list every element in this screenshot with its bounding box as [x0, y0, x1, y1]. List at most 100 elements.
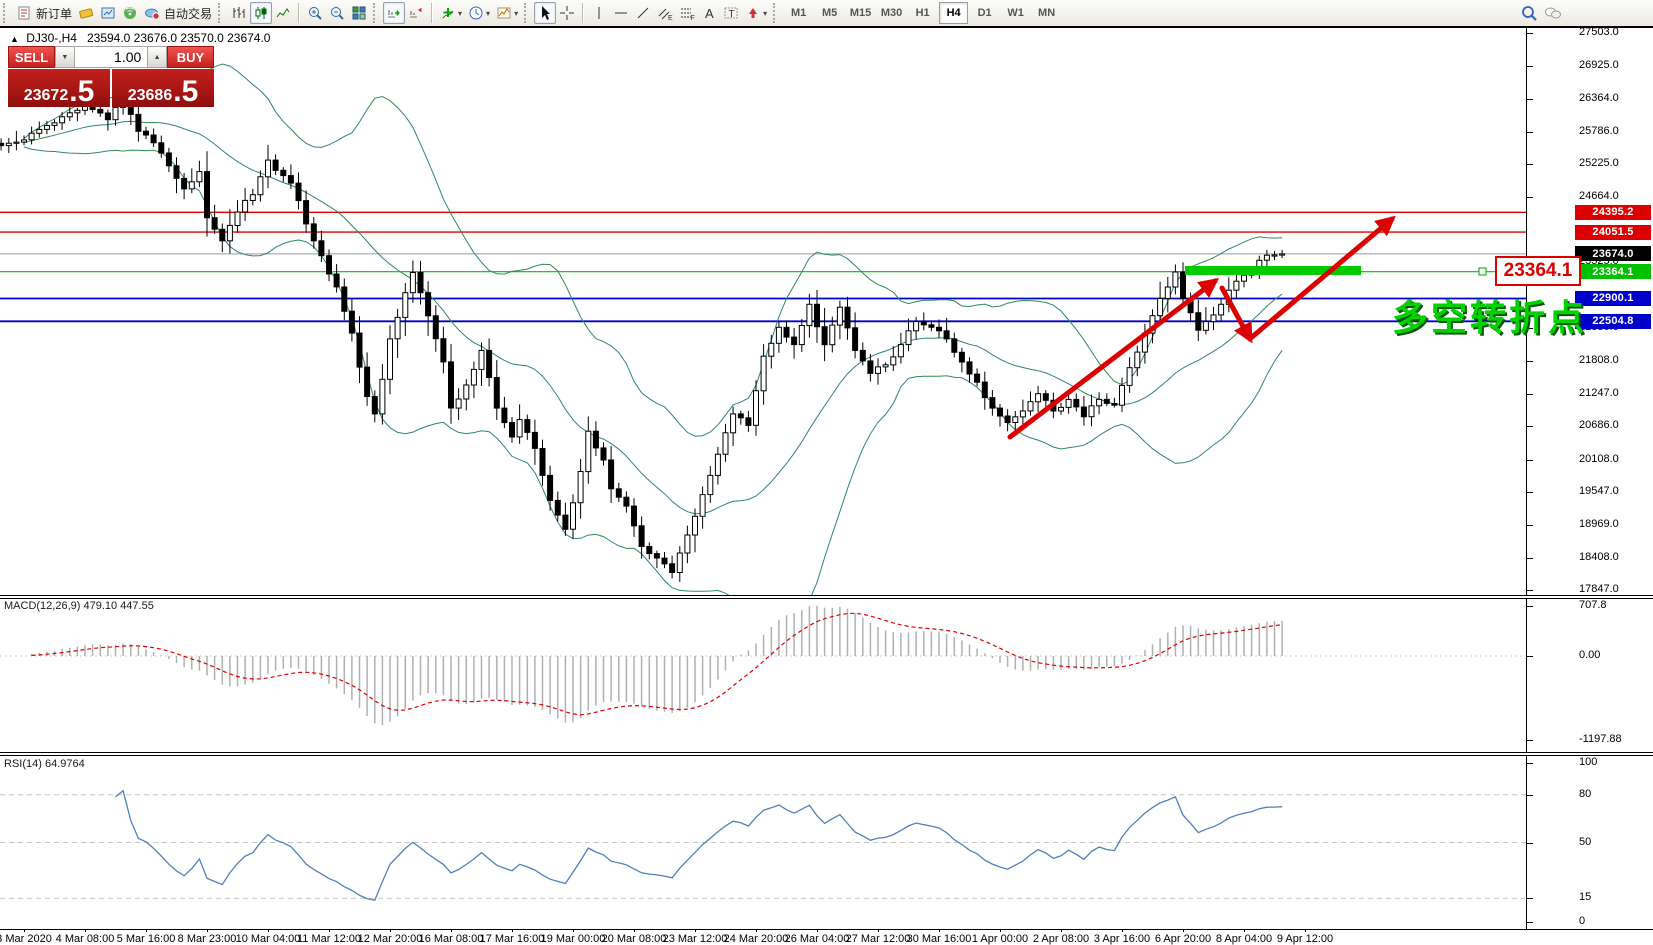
fibonacci-button[interactable]: F — [676, 2, 698, 24]
zoom-out-button[interactable] — [326, 2, 348, 24]
toolbar-grip[interactable] — [3, 3, 10, 23]
price-tag: 24051.5 — [1575, 225, 1651, 240]
main-toolbar: 新订单 自动交易 ▾ ▾ — [0, 0, 1653, 26]
autotrading-icon — [144, 5, 160, 21]
signal-button[interactable] — [119, 2, 141, 24]
timeframe-m30[interactable]: M30 — [877, 2, 906, 24]
buy-button[interactable]: BUY — [167, 46, 214, 68]
axis-tick — [1527, 606, 1533, 607]
price-tag: 23674.0 — [1575, 246, 1651, 261]
buy-price-quote[interactable]: 23686 .5 — [112, 69, 214, 107]
timeframe-h4[interactable]: H4 — [939, 2, 968, 24]
vertical-line-icon — [591, 5, 607, 21]
price-level-callout[interactable]: 23364.1 — [1495, 256, 1581, 286]
chart-window-button[interactable] — [97, 2, 119, 24]
axis-tick — [1527, 164, 1533, 165]
channel-button[interactable]: E — [654, 2, 676, 24]
new-order-button[interactable]: 新订单 — [13, 2, 75, 24]
one-click-collapse-icon[interactable]: ▲ — [10, 34, 19, 44]
timeframe-d1[interactable]: D1 — [970, 2, 999, 24]
chart-shift-button[interactable] — [405, 2, 427, 24]
time-axis[interactable]: 3 Mar 20204 Mar 08:005 Mar 16:008 Mar 23… — [0, 929, 1653, 945]
bar-chart-button[interactable] — [228, 2, 250, 24]
main-price-chart[interactable] — [0, 28, 1526, 595]
timeframe-m5[interactable]: M5 — [815, 2, 844, 24]
arrows-button[interactable]: ▾ — [742, 2, 770, 24]
text-label-button[interactable]: T — [720, 2, 742, 24]
axis-tick — [1527, 66, 1533, 67]
templates-button[interactable]: ▾ — [493, 2, 521, 24]
indicators-icon — [440, 5, 456, 21]
axis-label: 25786.0 — [1579, 125, 1619, 137]
ticket-icon — [78, 5, 94, 21]
text-button[interactable]: A — [698, 2, 720, 24]
ticket-button[interactable] — [75, 2, 97, 24]
axis-label: 21247.0 — [1579, 387, 1619, 399]
axis-tick — [1527, 460, 1533, 461]
line-chart-button[interactable] — [272, 2, 294, 24]
tile-windows-button[interactable] — [348, 2, 370, 24]
axis-label: 25225.0 — [1579, 157, 1619, 169]
sell-price-quote[interactable]: 23672 .5 — [8, 69, 110, 107]
axis-tick — [1527, 99, 1533, 100]
cursor-icon — [537, 5, 553, 21]
timeframe-w1[interactable]: W1 — [1001, 2, 1030, 24]
svg-text:F: F — [691, 15, 695, 21]
candlestick-chart-button[interactable] — [250, 2, 272, 24]
rsi-pane[interactable] — [0, 756, 1526, 929]
axis-label: 0.00 — [1579, 649, 1600, 661]
templates-icon — [496, 5, 512, 21]
sell-price-main: 23672 — [24, 88, 69, 104]
search-button[interactable] — [1518, 2, 1541, 24]
pane-separator[interactable] — [0, 752, 1653, 756]
axis-tick — [1527, 656, 1533, 657]
toolbar-grip[interactable] — [373, 3, 380, 23]
macd-pane[interactable] — [0, 599, 1526, 752]
volume-up-button[interactable]: ▲ — [147, 46, 167, 68]
clock-icon — [468, 5, 484, 21]
indicators-button[interactable]: ▾ — [437, 2, 465, 24]
sell-button[interactable]: SELL — [8, 46, 55, 68]
axis-tick — [1527, 922, 1533, 923]
toolbar-grip[interactable] — [773, 3, 780, 23]
axis-label: 26925.0 — [1579, 59, 1619, 71]
axis-tick — [1527, 426, 1533, 427]
chevron-down-icon: ▾ — [458, 9, 462, 18]
price-axis[interactable]: 27503.026925.026364.025786.025225.024664… — [1526, 28, 1653, 929]
bollinger-band — [24, 64, 1282, 436]
auto-scroll-button[interactable] — [383, 2, 405, 24]
vertical-line-button[interactable] — [588, 2, 610, 24]
new-order-label: 新订单 — [36, 5, 72, 22]
chevron-down-icon: ▾ — [763, 9, 767, 18]
community-chat-button[interactable] — [1541, 2, 1565, 24]
one-click-trading-panel: SELL ▼ 1.00 ▲ BUY 23672 .5 23686 .5 — [8, 46, 214, 107]
axis-label: 100 — [1579, 756, 1597, 768]
toolbar-grip[interactable] — [218, 3, 225, 23]
timeframe-m1[interactable]: M1 — [784, 2, 813, 24]
axis-tick — [1527, 558, 1533, 559]
volume-input[interactable]: 1.00 — [75, 46, 148, 68]
object-handle — [1479, 268, 1486, 275]
autotrading-button[interactable]: 自动交易 — [141, 2, 215, 24]
axis-label: 0 — [1579, 915, 1585, 927]
volume-down-button[interactable]: ▼ — [55, 46, 75, 68]
price-tag: 23364.1 — [1575, 264, 1651, 279]
red-trend-arrow — [1010, 281, 1215, 437]
axis-tick — [1527, 132, 1533, 133]
axis-tick — [1527, 197, 1533, 198]
timeframe-m15[interactable]: M15 — [846, 2, 875, 24]
sell-price-fraction: .5 — [69, 80, 94, 104]
trendline-button[interactable] — [632, 2, 654, 24]
zoom-in-button[interactable] — [304, 2, 326, 24]
horizontal-line-button[interactable] — [610, 2, 632, 24]
toolbar-grip[interactable] — [524, 3, 531, 23]
timeframe-mn[interactable]: MN — [1032, 2, 1061, 24]
pane-separator[interactable] — [0, 595, 1653, 599]
crosshair-button[interactable] — [556, 2, 578, 24]
turning-point-annotation[interactable]: 多空转折点 — [1392, 289, 1587, 341]
periods-button[interactable]: ▾ — [465, 2, 493, 24]
timeframe-h1[interactable]: H1 — [908, 2, 937, 24]
text-label-icon: T — [723, 5, 739, 21]
chart-shift-icon — [408, 5, 424, 21]
cursor-button[interactable] — [534, 2, 556, 24]
